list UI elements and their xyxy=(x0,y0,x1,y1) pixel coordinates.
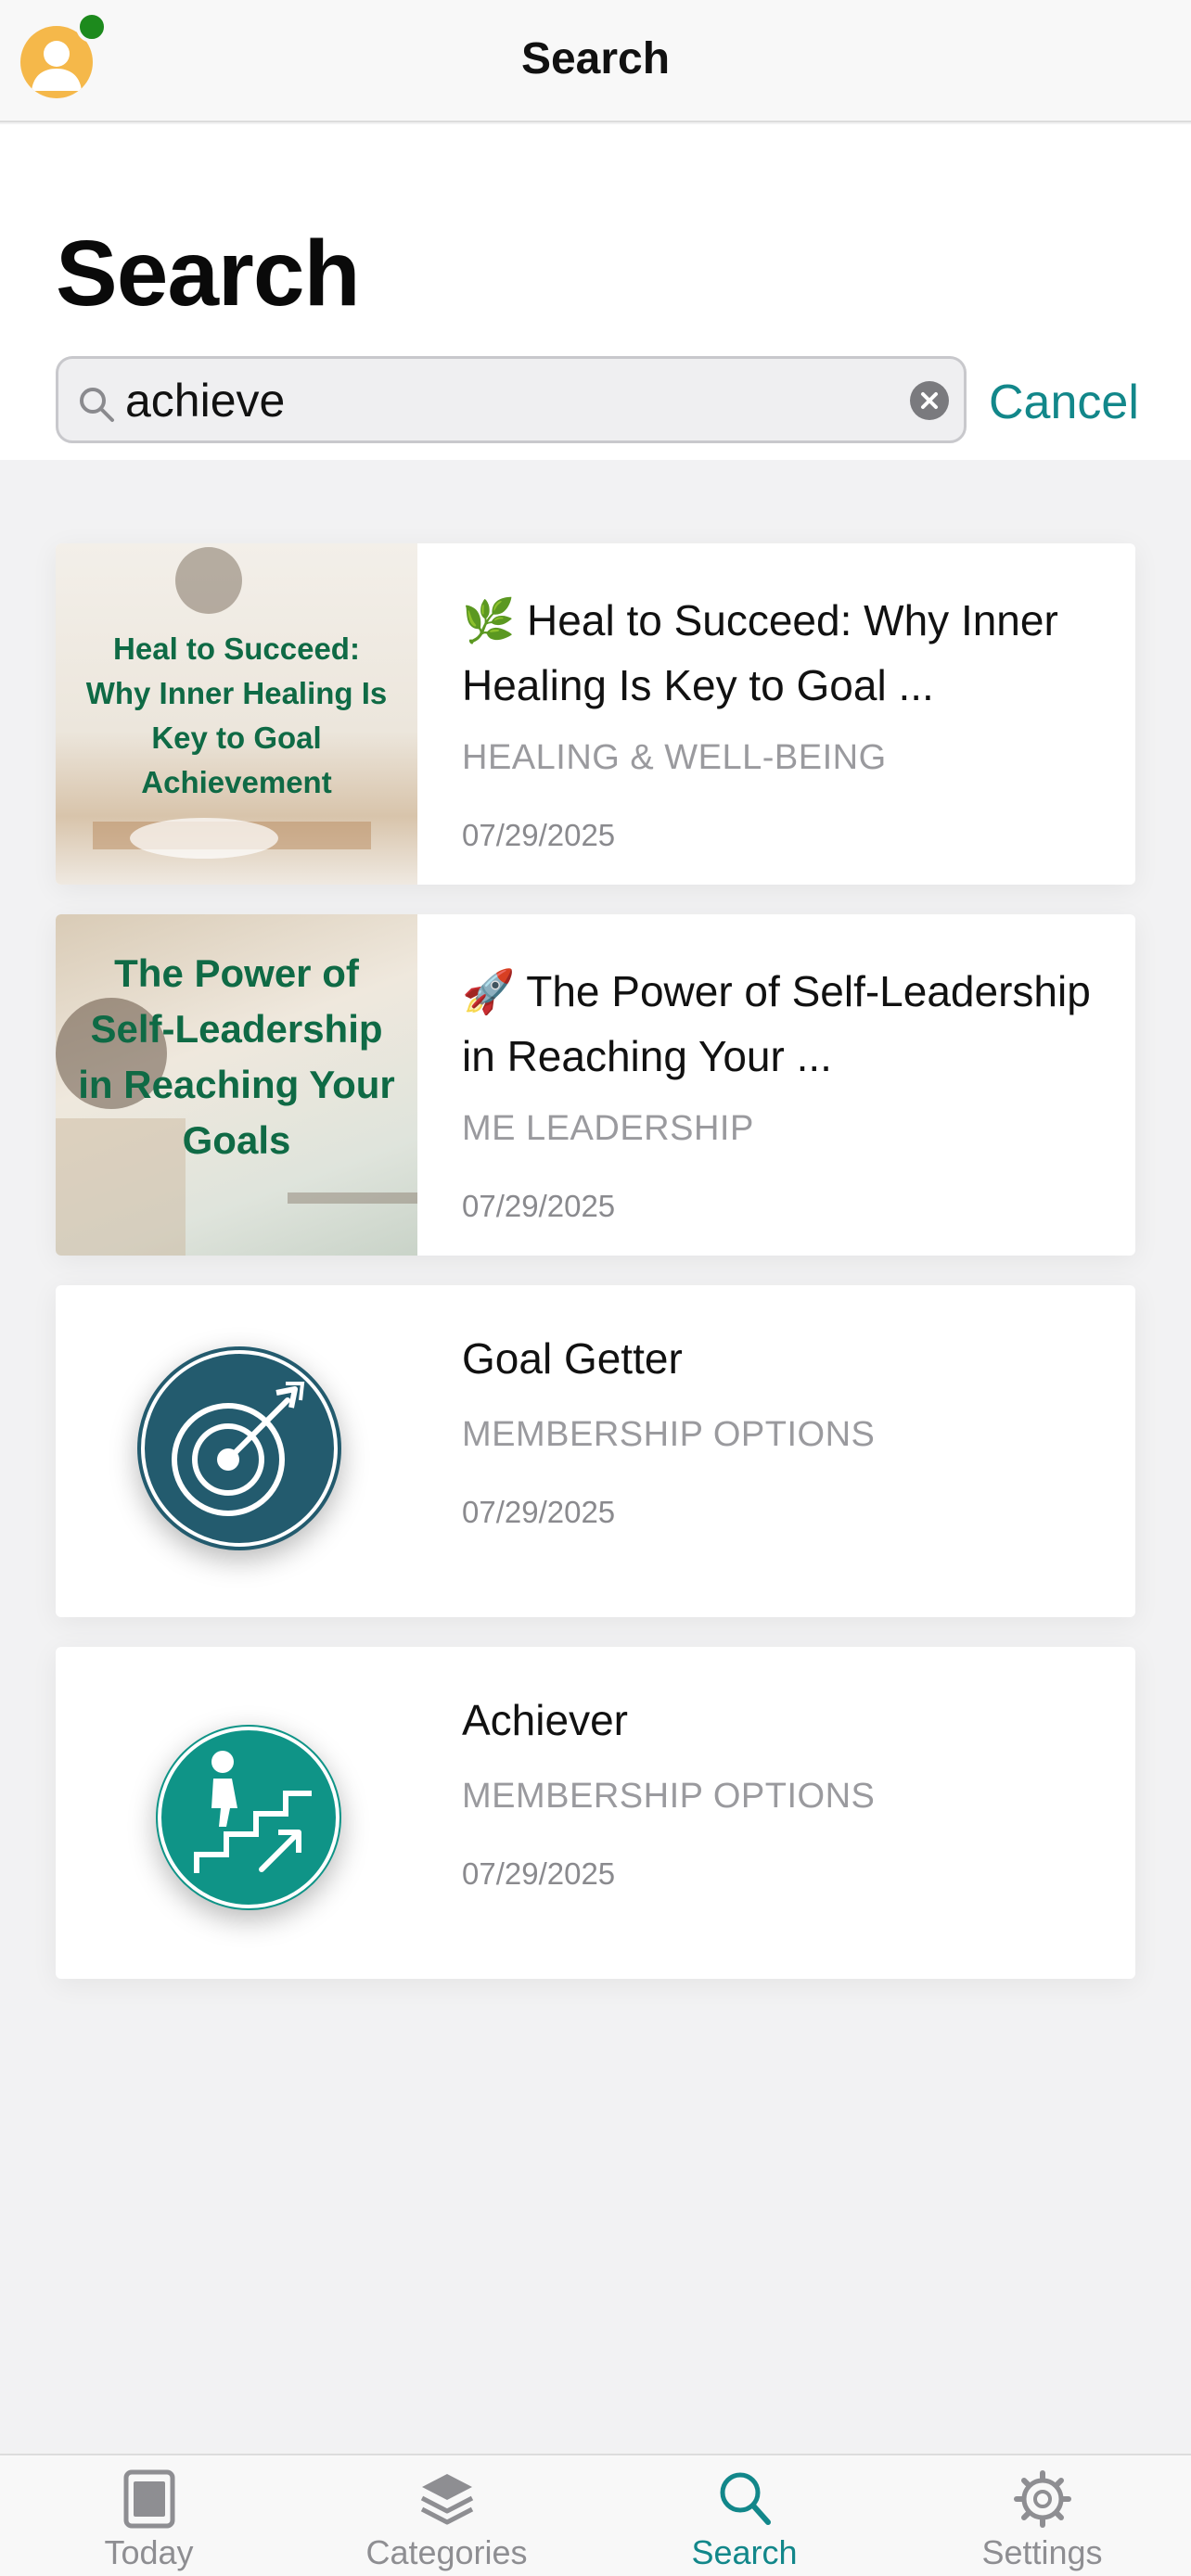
today-icon xyxy=(121,2468,178,2530)
cancel-button[interactable]: Cancel xyxy=(989,375,1139,430)
result-card[interactable]: Goal Getter MEMBERSHIP OPTIONS 07/29/202… xyxy=(56,1285,1135,1617)
article-thumbnail: Heal to Succeed: Why Inner Healing Is Ke… xyxy=(56,543,417,885)
result-category: ME LEADERSHIP xyxy=(462,1109,754,1148)
page-title: Search xyxy=(56,222,361,325)
search-icon xyxy=(716,2468,774,2530)
tab-label: Categories xyxy=(365,2533,528,2571)
tab-label: Settings xyxy=(981,2533,1103,2571)
result-date: 07/29/2025 xyxy=(462,1856,616,1891)
stairs-climb-icon xyxy=(156,1725,341,1910)
article-thumbnail: The Power of Self-Leadership in Reaching… xyxy=(56,914,417,1256)
result-date: 07/29/2025 xyxy=(462,1495,616,1529)
target-arrow-icon xyxy=(137,1346,341,1550)
tab-bar: Today Categories Search Settings xyxy=(0,2454,1191,2576)
result-card[interactable]: The Power of Self-Leadership in Reaching… xyxy=(56,914,1135,1256)
tab-label: Search xyxy=(691,2533,798,2571)
tab-today[interactable]: Today xyxy=(0,2455,298,2576)
tab-label: Today xyxy=(104,2533,194,2571)
layers-icon xyxy=(418,2468,476,2530)
result-card[interactable]: Achiever MEMBERSHIP OPTIONS 07/29/2025 xyxy=(56,1647,1135,1979)
search-input[interactable] xyxy=(125,370,886,431)
search-field[interactable] xyxy=(56,356,967,443)
nav-title: Search xyxy=(520,34,671,83)
result-title: Achiever xyxy=(462,1696,628,1744)
result-title: Goal Getter xyxy=(462,1334,683,1383)
result-card[interactable]: Heal to Succeed: Why Inner Healing Is Ke… xyxy=(56,543,1135,885)
tab-search[interactable]: Search xyxy=(596,2455,893,2576)
result-title: 🚀 The Power of Self-Leadership in Reachi… xyxy=(462,967,1091,1080)
search-header: Search Cancel xyxy=(0,124,1191,460)
clear-search-icon[interactable] xyxy=(910,381,949,420)
tab-settings[interactable]: Settings xyxy=(893,2455,1191,2576)
result-date: 07/29/2025 xyxy=(462,818,616,852)
magnifier-icon xyxy=(77,385,116,424)
result-category: MEMBERSHIP OPTIONS xyxy=(462,1777,876,1816)
result-category: MEMBERSHIP OPTIONS xyxy=(462,1415,876,1454)
thumbnail-caption: The Power of Self-Leadership in Reaching… xyxy=(78,951,395,1162)
result-title: 🌿 Heal to Succeed: Why Inner Healing Is … xyxy=(462,596,1058,709)
tab-categories[interactable]: Categories xyxy=(298,2455,596,2576)
result-date: 07/29/2025 xyxy=(462,1189,616,1223)
nav-bar: Search xyxy=(0,0,1191,122)
result-category: HEALING & WELL-BEING xyxy=(462,738,887,777)
thumbnail-caption: Heal to Succeed: Why Inner Healing Is Ke… xyxy=(85,631,388,799)
gear-icon xyxy=(1014,2468,1071,2530)
